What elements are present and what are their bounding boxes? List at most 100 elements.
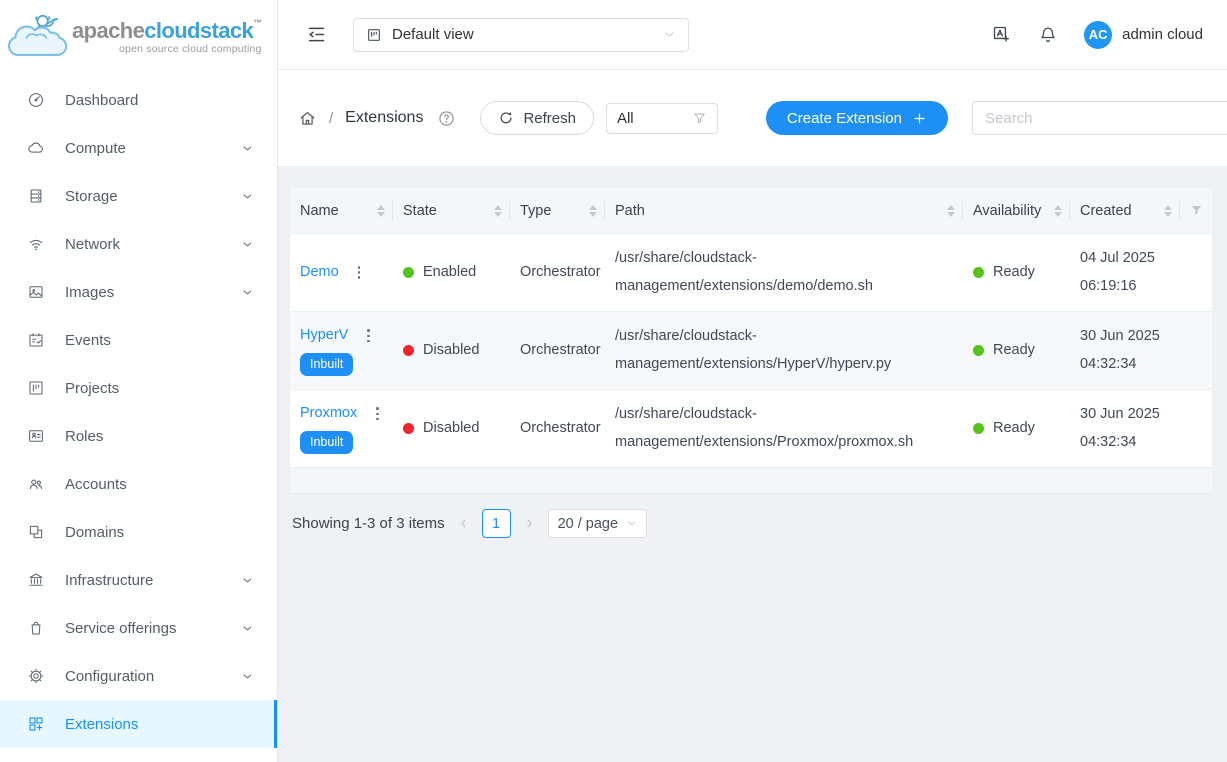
refresh-button[interactable]: Refresh <box>480 101 594 135</box>
sidebar-item-projects[interactable]: Projects <box>0 364 277 412</box>
search-input[interactable] <box>972 101 1227 135</box>
chevron-down-icon <box>242 191 253 202</box>
chevron-down-icon <box>242 671 253 682</box>
user-menu[interactable]: AC admin cloud <box>1084 21 1203 49</box>
logo-text: apachecloudstack™ open source cloud comp… <box>72 19 262 55</box>
cell-state: Enabled <box>393 234 510 311</box>
sidebar-item-infrastructure[interactable]: Infrastructure <box>0 556 277 604</box>
column-header-type[interactable]: Type <box>510 188 605 233</box>
column-header-created[interactable]: Created <box>1070 188 1180 233</box>
column-header-name[interactable]: Name <box>290 188 393 233</box>
help-icon[interactable] <box>437 109 456 128</box>
page-size-selector[interactable]: 20 / page <box>548 509 647 538</box>
logo-wordmark: apachecloudstack™ <box>72 19 262 42</box>
home-icon[interactable] <box>298 109 317 128</box>
sort-icon[interactable] <box>488 205 502 217</box>
sidebar-item-label: Network <box>65 236 223 253</box>
cell-state: Disabled <box>393 312 510 389</box>
table-footer-strip <box>290 467 1212 493</box>
sidebar-item-label: Compute <box>65 140 223 157</box>
cell-path: /usr/share/cloudstack-management/extensi… <box>605 234 963 311</box>
extension-link[interactable]: Proxmox <box>300 405 357 422</box>
database-icon <box>26 187 46 205</box>
cell-type: Orchestrator <box>510 234 605 311</box>
cell-name: Proxmox Inbuilt <box>290 390 393 467</box>
create-extension-label: Create Extension <box>787 110 902 127</box>
sidebar-item-dashboard[interactable]: Dashboard <box>0 76 277 124</box>
row-actions-menu-icon[interactable] <box>363 325 374 346</box>
chevron-down-icon <box>242 239 253 250</box>
cell-empty <box>1180 312 1212 389</box>
sidebar-item-events[interactable]: Events <box>0 316 277 364</box>
translation-icon[interactable] <box>991 24 1012 45</box>
row-actions-menu-icon[interactable] <box>372 403 383 424</box>
column-header-path[interactable]: Path <box>605 188 963 233</box>
sidebar-item-roles[interactable]: Roles <box>0 412 277 460</box>
sidebar-item-images[interactable]: Images <box>0 268 277 316</box>
row-actions-menu-icon[interactable] <box>354 262 365 283</box>
sidebar-item-configuration[interactable]: Configuration <box>0 652 277 700</box>
page-toolbar: / Extensions Refresh All <box>278 70 1227 167</box>
cell-path: /usr/share/cloudstack-management/extensi… <box>605 390 963 467</box>
extension-link[interactable]: HyperV <box>300 327 348 344</box>
sidebar-item-domains[interactable]: Domains <box>0 508 277 556</box>
sidebar-item-label: Extensions <box>65 716 253 733</box>
sidebar-item-label: Storage <box>65 188 223 205</box>
funnel-icon <box>692 111 707 126</box>
content-area: Name State Type Path <box>278 167 1227 762</box>
sidebar-item-label: Domains <box>65 524 253 541</box>
bell-icon[interactable] <box>1038 25 1058 45</box>
status-dot <box>973 345 984 356</box>
sidebar-item-label: Events <box>65 332 253 349</box>
chevron-down-icon <box>242 143 253 154</box>
table-header-row: Name State Type Path <box>290 188 1212 233</box>
sidebar-item-compute[interactable]: Compute <box>0 124 277 172</box>
cell-type: Orchestrator <box>510 390 605 467</box>
cloud-icon <box>26 139 46 157</box>
bank-icon <box>26 571 46 589</box>
sidebar-item-label: Dashboard <box>65 92 253 109</box>
sidebar-menu: Dashboard Compute Storage <box>0 70 277 762</box>
prev-page-icon[interactable] <box>454 517 473 530</box>
extension-link[interactable]: Demo <box>300 264 339 281</box>
column-header-state[interactable]: State <box>393 188 510 233</box>
cell-availability: Ready <box>963 234 1070 311</box>
create-extension-button[interactable]: Create Extension <box>766 101 948 135</box>
sort-icon[interactable] <box>941 205 955 217</box>
avatar: AC <box>1084 21 1112 49</box>
sidebar-item-storage[interactable]: Storage <box>0 172 277 220</box>
sidebar-item-service-offerings[interactable]: Service offerings <box>0 604 277 652</box>
topbar: Default view AC admin cloud <box>278 0 1227 70</box>
view-selector[interactable]: Default view <box>353 18 689 52</box>
sidebar-item-label: Configuration <box>65 668 223 685</box>
page-number-button[interactable]: 1 <box>482 509 511 538</box>
pagination-summary: Showing 1-3 of 3 items <box>292 515 445 532</box>
sort-icon[interactable] <box>583 205 597 217</box>
picture-icon <box>26 283 46 301</box>
column-filter-icon[interactable] <box>1180 188 1212 233</box>
logo-subtitle: open source cloud computing <box>119 44 262 55</box>
sidebar: apachecloudstack™ open source cloud comp… <box>0 0 278 762</box>
menu-fold-icon[interactable] <box>306 24 327 45</box>
sidebar-item-network[interactable]: Network <box>0 220 277 268</box>
filter-selector[interactable]: All <box>606 103 718 134</box>
status-dot <box>403 423 414 434</box>
column-header-availability[interactable]: Availability <box>963 188 1070 233</box>
refresh-label: Refresh <box>523 110 576 127</box>
inbuilt-badge: Inbuilt <box>300 431 353 453</box>
sidebar-item-label: Service offerings <box>65 620 223 637</box>
next-page-icon[interactable] <box>520 517 539 530</box>
cell-name: Demo <box>290 234 393 311</box>
sort-icon[interactable] <box>1158 205 1172 217</box>
inbuilt-badge: Inbuilt <box>300 353 353 375</box>
chevron-down-icon <box>663 28 676 41</box>
breadcrumb-separator: / <box>329 110 333 127</box>
page-size-value: 20 / page <box>558 516 618 532</box>
sidebar-item-extensions[interactable]: Extensions <box>0 700 277 748</box>
sidebar-item-accounts[interactable]: Accounts <box>0 460 277 508</box>
cloudstack-logo: apachecloudstack™ open source cloud comp… <box>0 0 277 70</box>
cell-created: 04 Jul 2025 06:19:16 <box>1070 234 1180 311</box>
cell-name: HyperV Inbuilt <box>290 312 393 389</box>
sort-icon[interactable] <box>371 205 385 217</box>
sort-icon[interactable] <box>1048 205 1062 217</box>
